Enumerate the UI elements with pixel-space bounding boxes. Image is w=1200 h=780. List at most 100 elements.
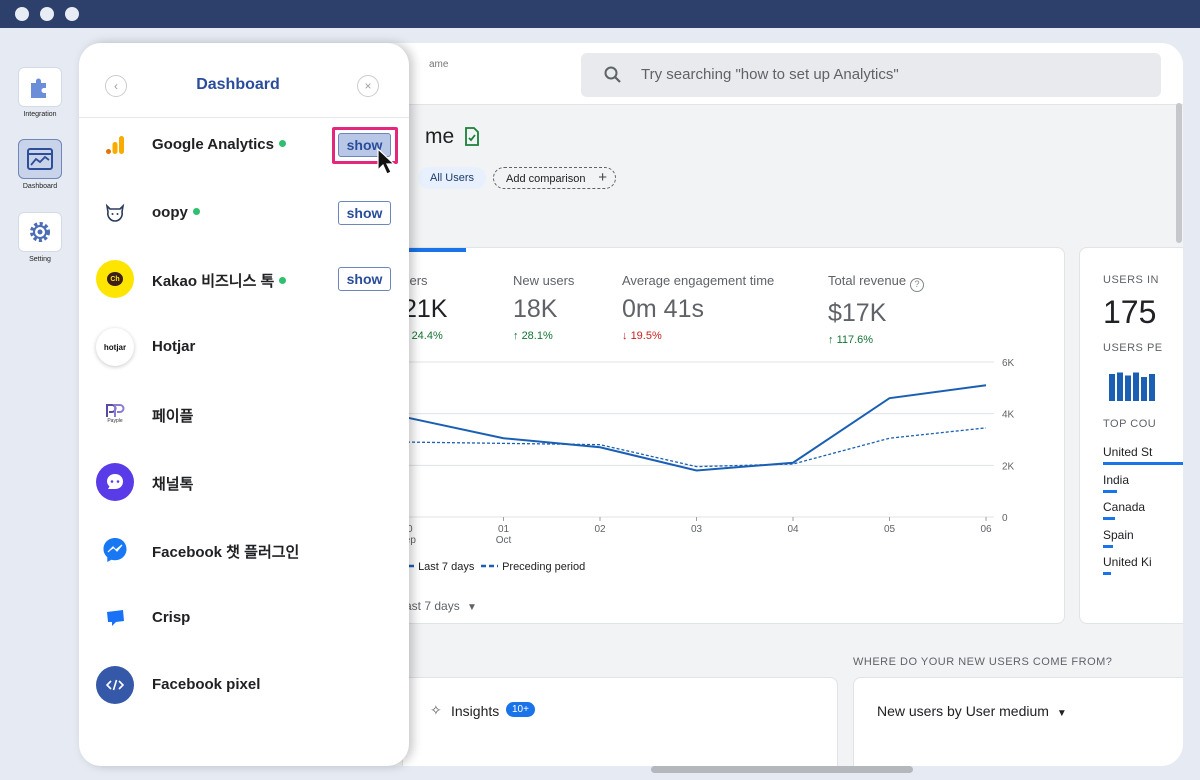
metric-value: 21K	[403, 295, 448, 323]
y-tick-label: 0	[1002, 513, 1008, 524]
horizontal-scrollbar[interactable]	[651, 766, 913, 773]
breadcrumb[interactable]: ame	[429, 59, 448, 70]
kakao-icon: Ch	[96, 260, 134, 298]
user-medium-dropdown[interactable]: New users by User medium ▼	[877, 703, 1067, 719]
integration-name-text: oopy	[152, 204, 188, 221]
list-item-channeltalk[interactable]: 채널톡	[79, 456, 409, 516]
metric-label: New users	[513, 273, 575, 288]
search-placeholder[interactable]: Try searching "how to set up Analytics"	[641, 66, 899, 83]
x-tick-label: 01	[498, 524, 510, 535]
metric-label: Average engagement time	[622, 273, 775, 288]
integration-name: 페이플	[152, 405, 193, 426]
close-button[interactable]: ×	[357, 75, 379, 97]
country-share-bar	[1103, 572, 1111, 575]
list-item-oopy[interactable]: oopy show	[79, 187, 409, 247]
legend-label: Preceding period	[502, 561, 586, 573]
legend-label: Last 7 days	[418, 561, 475, 573]
country-name[interactable]: United Ki	[1103, 555, 1152, 569]
payple-icon: Payple	[96, 395, 134, 433]
arrow-down-icon: ↓	[622, 330, 631, 342]
rail-item-setting[interactable]: Setting	[18, 212, 62, 263]
code-icon	[96, 666, 134, 704]
plus-icon: +	[598, 169, 607, 186]
search-icon	[604, 66, 621, 83]
vertical-scrollbar[interactable]	[1176, 103, 1182, 243]
rail-button[interactable]	[18, 212, 62, 252]
x-tick-label: 04	[787, 524, 799, 535]
metric-engagement-time[interactable]: Average engagement time 0m 41s ↓ 19.5%	[622, 273, 774, 342]
integration-name-text: Kakao 비즈니스 톡	[152, 273, 275, 290]
series-line-last-7-days	[406, 384, 987, 472]
page-title: me	[425, 125, 455, 148]
rail-item-integration[interactable]: Integration	[18, 67, 62, 118]
integration-name: Facebook 챗 플러그인	[152, 541, 299, 562]
list-item-payple[interactable]: Payple 페이플	[79, 388, 409, 448]
list-item-facebook-chat[interactable]: Facebook 챗 플러그인	[79, 524, 409, 584]
arrow-up-icon: ↑	[513, 330, 522, 342]
country-name[interactable]: Canada	[1103, 500, 1145, 514]
integration-name-text: Facebook 챗 플러그인	[152, 544, 300, 561]
show-button[interactable]: show	[338, 267, 391, 291]
rail-label: Setting	[29, 256, 51, 263]
user-bar	[1125, 375, 1131, 401]
rail-item-dashboard[interactable]: Dashboard	[18, 139, 62, 190]
panel-title: Dashboard	[196, 76, 280, 93]
connected-status-dot	[192, 208, 200, 215]
dashboard-panel: ‹ Dashboard × Google Analytics show oopy…	[79, 43, 409, 766]
metric-new-users[interactable]: New users 18K ↑ 28.1%	[513, 273, 574, 342]
segment-chip[interactable]: All Users	[418, 167, 486, 189]
show-button[interactable]: show	[338, 201, 391, 225]
insights-card[interactable]: ✧ Insights 10+	[402, 677, 838, 766]
metric-value: 18K	[513, 295, 558, 323]
country-share-bar	[1103, 544, 1114, 548]
overview-card: sers 21K ↑ 24.4% New users 18K ↑ 28.1% A…	[402, 247, 1065, 624]
country-name[interactable]: United St	[1103, 445, 1152, 459]
list-item-facebook-pixel[interactable]: Facebook pixel	[79, 659, 409, 719]
rail-label: Dashboard	[22, 183, 58, 190]
users-line-chart[interactable]: 02K4K6K30Sep01Oct0203040506	[403, 348, 1065, 553]
insights-label: Insights	[451, 703, 500, 719]
metric-total-revenue[interactable]: Total revenue? $17K ↑ 117.6%	[828, 273, 925, 346]
integration-name: Google Analytics	[152, 136, 286, 153]
country-share-bar	[1103, 489, 1118, 493]
document-check-icon[interactable]	[464, 127, 480, 146]
users-per-title: USERS PE	[1103, 342, 1163, 354]
integration-name-text: Hotjar	[152, 338, 196, 355]
legend-item-previous[interactable]: Preceding period	[481, 561, 585, 573]
list-item-crisp[interactable]: Crisp	[79, 592, 409, 652]
messenger-icon	[96, 531, 134, 569]
rail-button[interactable]	[18, 139, 62, 179]
metric-delta: ↑ 117.6%	[828, 334, 924, 346]
integration-name-text: Crisp	[152, 609, 191, 626]
country-name[interactable]: Spain	[1103, 528, 1134, 542]
users-per-minute-bars	[1109, 372, 1155, 401]
list-item-hotjar[interactable]: hotjar Hotjar	[79, 321, 409, 381]
metric-users[interactable]: sers 21K ↑ 24.4%	[403, 273, 447, 342]
top-countries-title: TOP COU	[1103, 418, 1157, 430]
users-in-value: 175	[1103, 294, 1157, 330]
window-minimize-button[interactable]	[40, 7, 54, 21]
country-name[interactable]: India	[1103, 473, 1129, 487]
date-range-label: ast 7 days	[405, 599, 460, 613]
series-line-preceding-period	[406, 427, 987, 468]
info-icon[interactable]: ?	[910, 278, 925, 292]
y-tick-label: 6K	[1002, 358, 1015, 369]
window-close-button[interactable]	[15, 7, 29, 21]
add-comparison-button[interactable]: Add comparison +	[493, 167, 616, 189]
rail-button[interactable]	[18, 67, 62, 107]
gear-icon	[30, 222, 50, 242]
search-bar[interactable]: Try searching "how to set up Analytics"	[581, 53, 1161, 97]
user-source-card: New users by User medium ▼	[853, 677, 1183, 766]
metric-value: $17K	[828, 299, 887, 327]
user-bar	[1133, 372, 1139, 401]
metric-delta-value: 24.4%	[411, 330, 443, 342]
list-item-kakao[interactable]: Ch Kakao 비즈니스 톡 show	[79, 253, 409, 313]
country-share-bar	[1103, 517, 1115, 520]
rail-label: Integration	[23, 111, 57, 118]
legend-item-current[interactable]: Last 7 days	[403, 561, 474, 573]
date-range-selector[interactable]: ast 7 days ▼	[405, 599, 477, 613]
window-maximize-button[interactable]	[65, 7, 79, 21]
close-icon: ×	[364, 79, 372, 93]
user-bar	[1117, 372, 1123, 401]
user-bar	[1141, 377, 1147, 401]
